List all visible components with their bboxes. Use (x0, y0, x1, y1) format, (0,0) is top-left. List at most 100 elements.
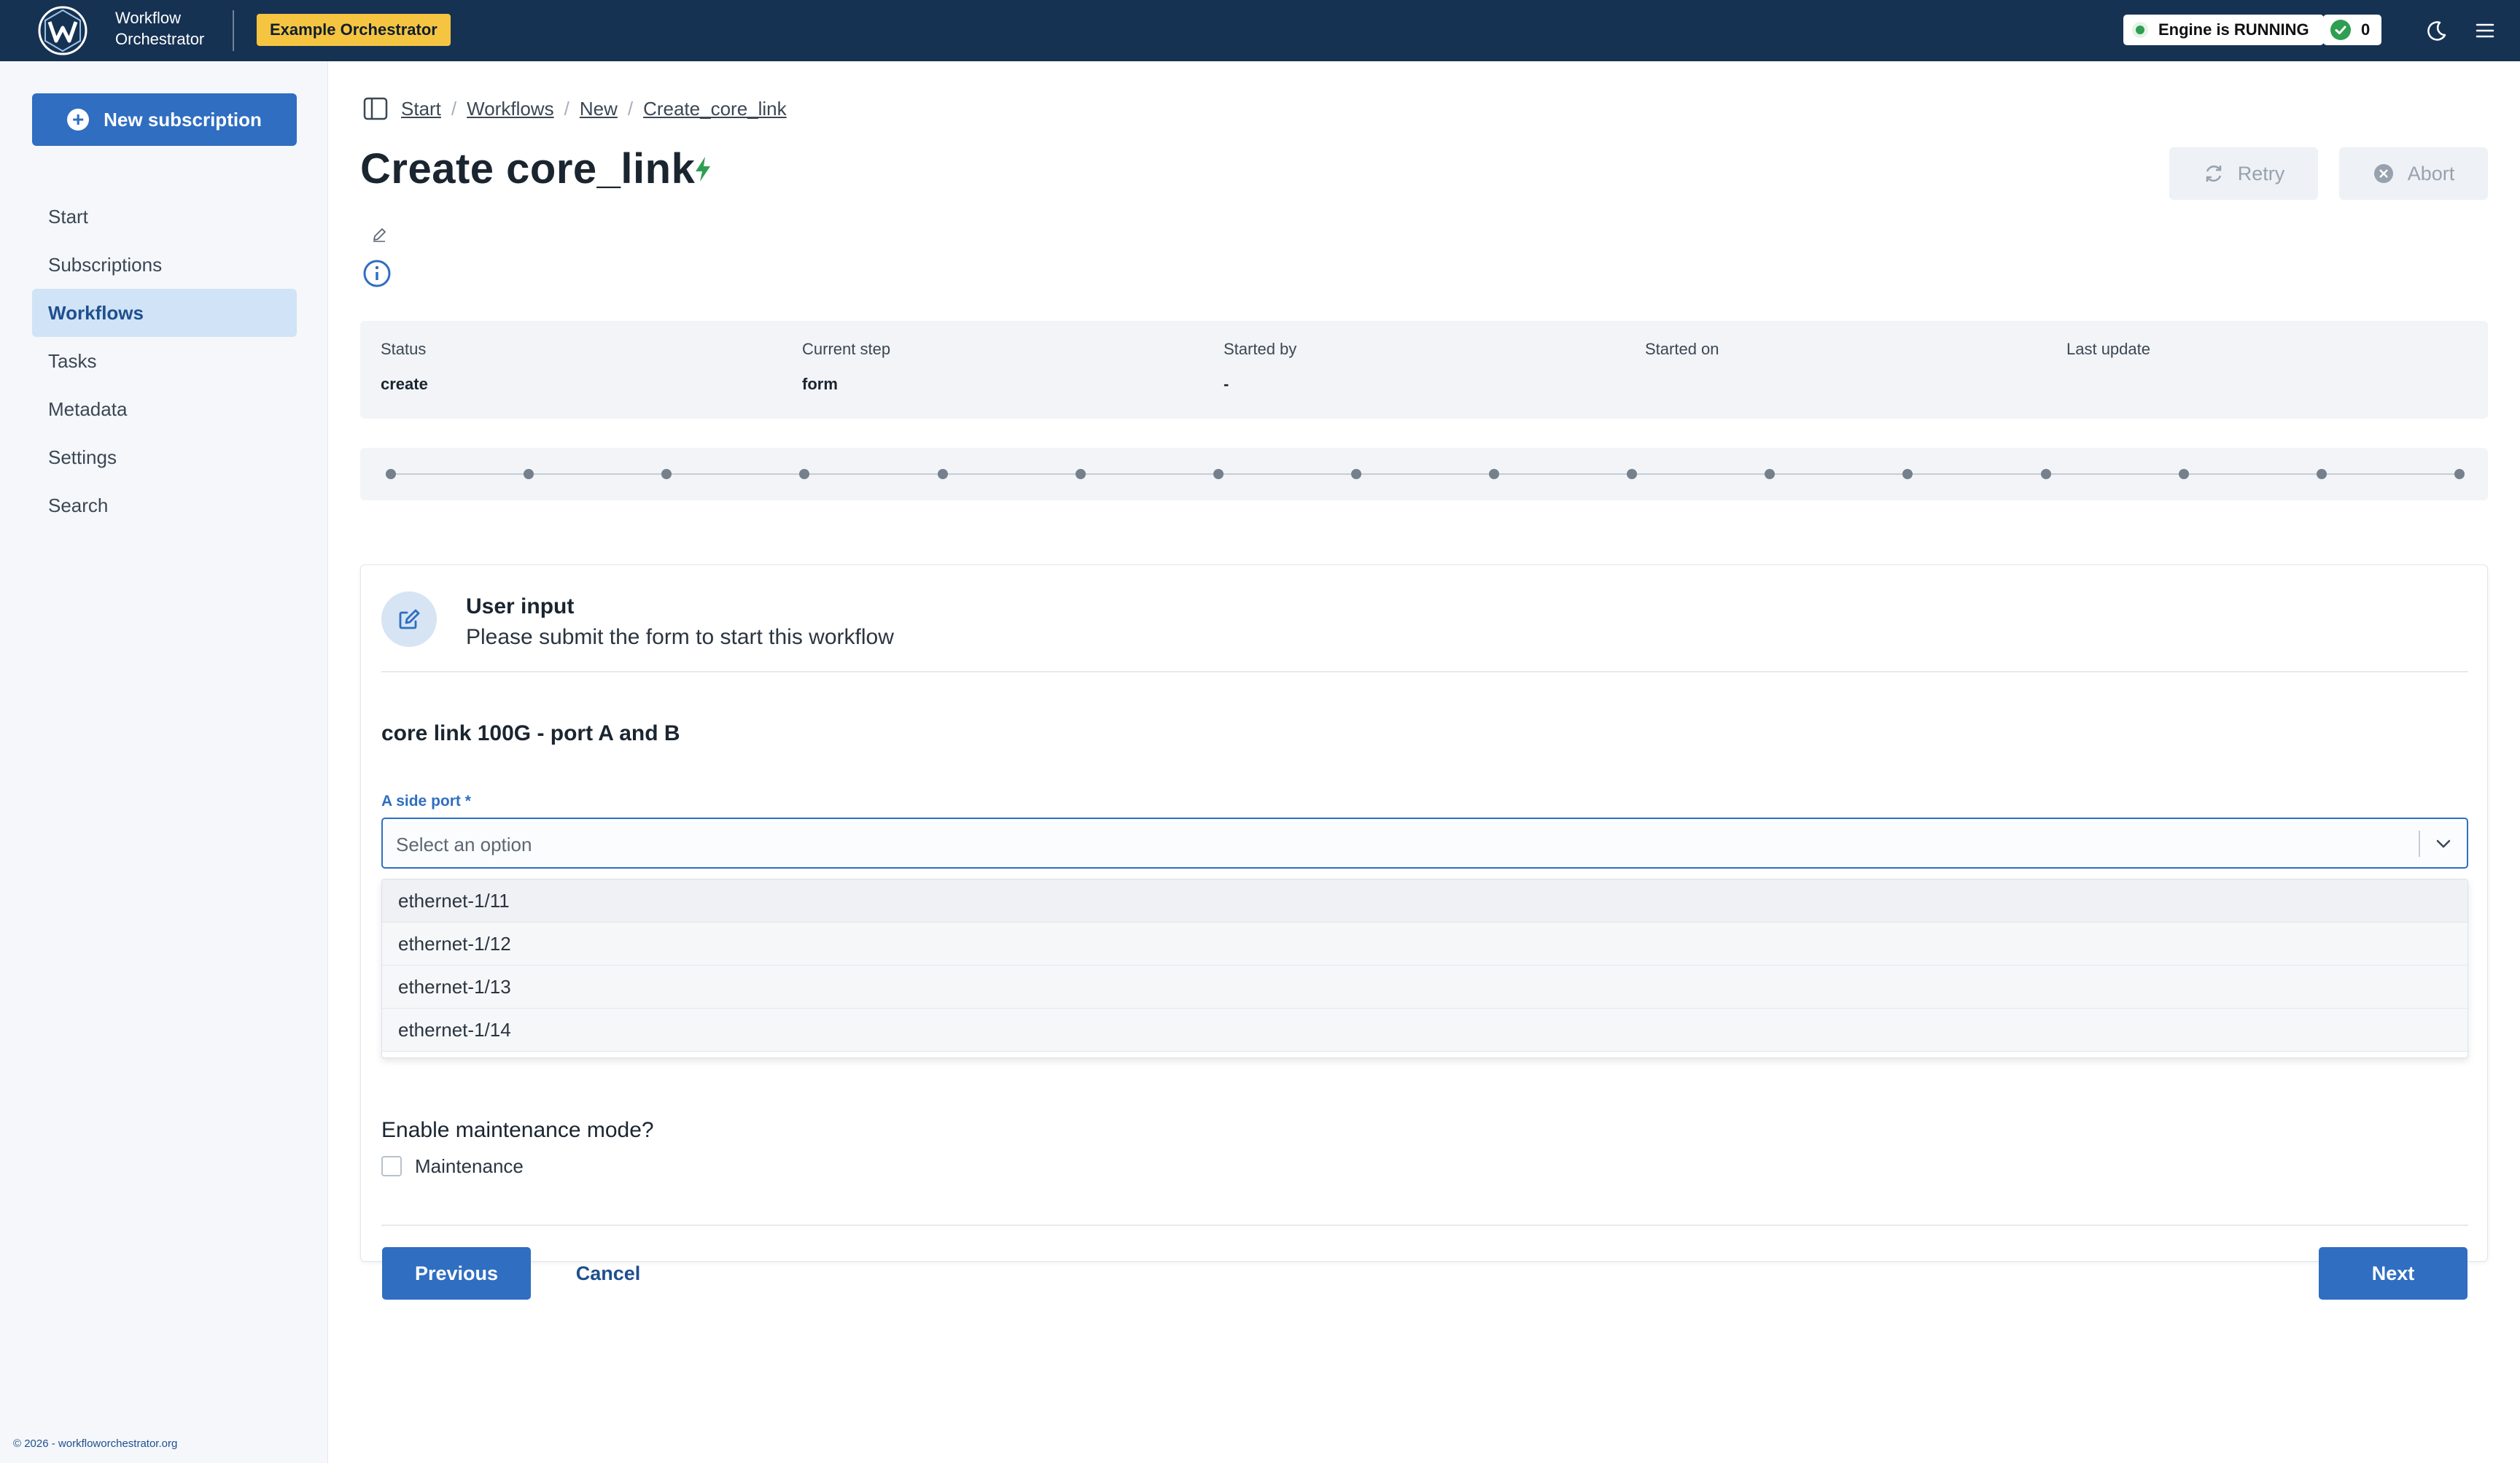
form-section-title: core link 100G - port A and B (381, 721, 680, 745)
breadcrumb-separator: / (451, 97, 457, 120)
sidebar-item-search[interactable]: Search (32, 481, 297, 529)
lightning-icon (696, 157, 710, 182)
dropdown-option[interactable]: ethernet-1/14 (382, 1009, 2468, 1052)
info-started-by-label: Started by (1224, 340, 1297, 358)
info-current-step: Current step form (802, 340, 890, 394)
step-dot[interactable] (1902, 469, 1913, 479)
maintenance-checkbox[interactable] (381, 1156, 402, 1176)
sidebar-item-workflows[interactable]: Workflows (32, 289, 297, 337)
dropdown-option[interactable]: ethernet-1/12 (382, 923, 2468, 966)
form-subtitle: Please submit the form to start this wor… (466, 625, 894, 649)
info-started-by: Started by - (1224, 340, 1296, 394)
sidebar-item-tasks[interactable]: Tasks (32, 337, 297, 385)
main-content: Start / Workflows / New / Create_core_li… (328, 61, 2520, 1463)
form-title: User input (466, 594, 575, 618)
previous-button[interactable]: Previous (382, 1247, 531, 1300)
maintenance-question: Enable maintenance mode? (381, 1118, 654, 1142)
info-started-on: Started on (1645, 340, 1719, 375)
user-input-card: User input Please submit the form to sta… (360, 564, 2488, 1262)
step-dot[interactable] (2040, 469, 2051, 479)
retry-button[interactable]: Retry (2169, 147, 2318, 200)
maintenance-checkbox-label[interactable]: Maintenance (415, 1155, 524, 1178)
abort-icon (2373, 164, 2393, 183)
a-side-port-placeholder: Select an option (396, 834, 532, 855)
breadcrumb: Start / Workflows / New / Create_core_li… (362, 95, 787, 123)
step-dot[interactable] (937, 469, 948, 479)
a-side-port-select[interactable]: Select an option (381, 818, 2468, 869)
environment-badge: Example Orchestrator (257, 14, 451, 46)
breadcrumb-create-core-link[interactable]: Create_core_link (643, 98, 787, 120)
step-dot[interactable] (2178, 469, 2189, 479)
info-current-step-label: Current step (802, 340, 891, 358)
edit-icon (381, 591, 437, 647)
info-started-on-label: Started on (1645, 340, 1719, 358)
info-last-update-label: Last update (2066, 340, 2150, 358)
plus-icon: + (67, 109, 90, 131)
info-status-label: Status (381, 340, 427, 358)
top-bar: Workflow Orchestrator Example Orchestrat… (0, 0, 2520, 61)
card-footer-divider (381, 1225, 2468, 1226)
step-dot[interactable] (1350, 469, 1361, 479)
abort-label: Abort (2407, 162, 2455, 185)
engine-status-label: Engine is RUNNING (2158, 20, 2309, 39)
step-dot[interactable] (1627, 469, 1638, 479)
step-dot[interactable] (524, 469, 534, 479)
sidebar-item-start[interactable]: Start (32, 193, 297, 241)
cancel-button[interactable]: Cancel (557, 1247, 659, 1300)
a-side-port-label: A side port * (381, 793, 471, 810)
engine-status-dot (2132, 22, 2148, 38)
new-subscription-label: New subscription (104, 108, 262, 131)
info-status: Status create (381, 340, 428, 394)
new-subscription-button[interactable]: + New subscription (32, 93, 297, 146)
abort-button[interactable]: Abort (2339, 147, 2488, 200)
failed-tasks-count: 0 (2361, 20, 2371, 39)
check-circle-icon (2330, 20, 2351, 40)
engine-status[interactable]: Engine is RUNNING (2123, 15, 2324, 45)
workflow-steps-bar (360, 448, 2488, 500)
info-current-step-value: form (802, 375, 838, 393)
menu-icon[interactable] (2470, 16, 2500, 45)
breadcrumb-workflows[interactable]: Workflows (467, 98, 553, 120)
info-started-by-value: - (1224, 375, 1229, 393)
next-button[interactable]: Next (2319, 1247, 2468, 1300)
app-name-line2: Orchestrator (115, 30, 205, 48)
pencil-icon[interactable] (370, 226, 388, 244)
breadcrumb-separator: / (627, 97, 634, 120)
moon-icon[interactable] (2422, 16, 2451, 45)
step-dot[interactable] (1075, 469, 1086, 479)
steps-line (391, 473, 2454, 475)
sidebar-item-subscriptions[interactable]: Subscriptions (32, 241, 297, 289)
failed-tasks-indicator[interactable]: 0 (2323, 15, 2381, 45)
retry-icon (2206, 165, 2221, 182)
dropdown-option[interactable]: ethernet-1/13 (382, 966, 2468, 1009)
sidebar-toggle-icon[interactable] (362, 95, 389, 123)
logo-icon[interactable] (36, 4, 89, 57)
card-divider (381, 671, 2468, 672)
sidebar-item-metadata[interactable]: Metadata (32, 385, 297, 433)
step-dot[interactable] (661, 469, 672, 479)
app-name-line1: Workflow (115, 9, 182, 27)
breadcrumb-start[interactable]: Start (401, 98, 441, 120)
sidebar: + New subscription Start Subscriptions W… (0, 61, 328, 1463)
breadcrumb-new[interactable]: New (580, 98, 618, 120)
breadcrumb-separator: / (564, 97, 569, 120)
footer-copyright[interactable]: © 2026 - workfloworchestrator.org (13, 1437, 177, 1450)
step-dot[interactable] (386, 469, 396, 479)
step-dot[interactable] (2454, 469, 2465, 479)
page-title: Create core_link (360, 145, 696, 193)
sidebar-nav: Start Subscriptions Workflows Tasks Meta… (32, 193, 297, 529)
step-dot[interactable] (1213, 469, 1224, 479)
info-icon[interactable] (362, 258, 392, 289)
app-name: Workflow Orchestrator (115, 7, 204, 50)
dropdown-option[interactable]: ethernet-1/11 (382, 880, 2468, 923)
info-last-update: Last update (2066, 340, 2150, 375)
step-dot[interactable] (799, 469, 810, 479)
select-separator (2419, 831, 2420, 857)
workflow-info-panel: Status create Current step form Started … (360, 321, 2488, 419)
chevron-down-icon[interactable] (2433, 834, 2454, 854)
step-dot[interactable] (1489, 469, 1500, 479)
info-status-value: create (381, 375, 428, 393)
sidebar-item-settings[interactable]: Settings (32, 433, 297, 481)
step-dot[interactable] (2316, 469, 2327, 479)
step-dot[interactable] (1765, 469, 1776, 479)
